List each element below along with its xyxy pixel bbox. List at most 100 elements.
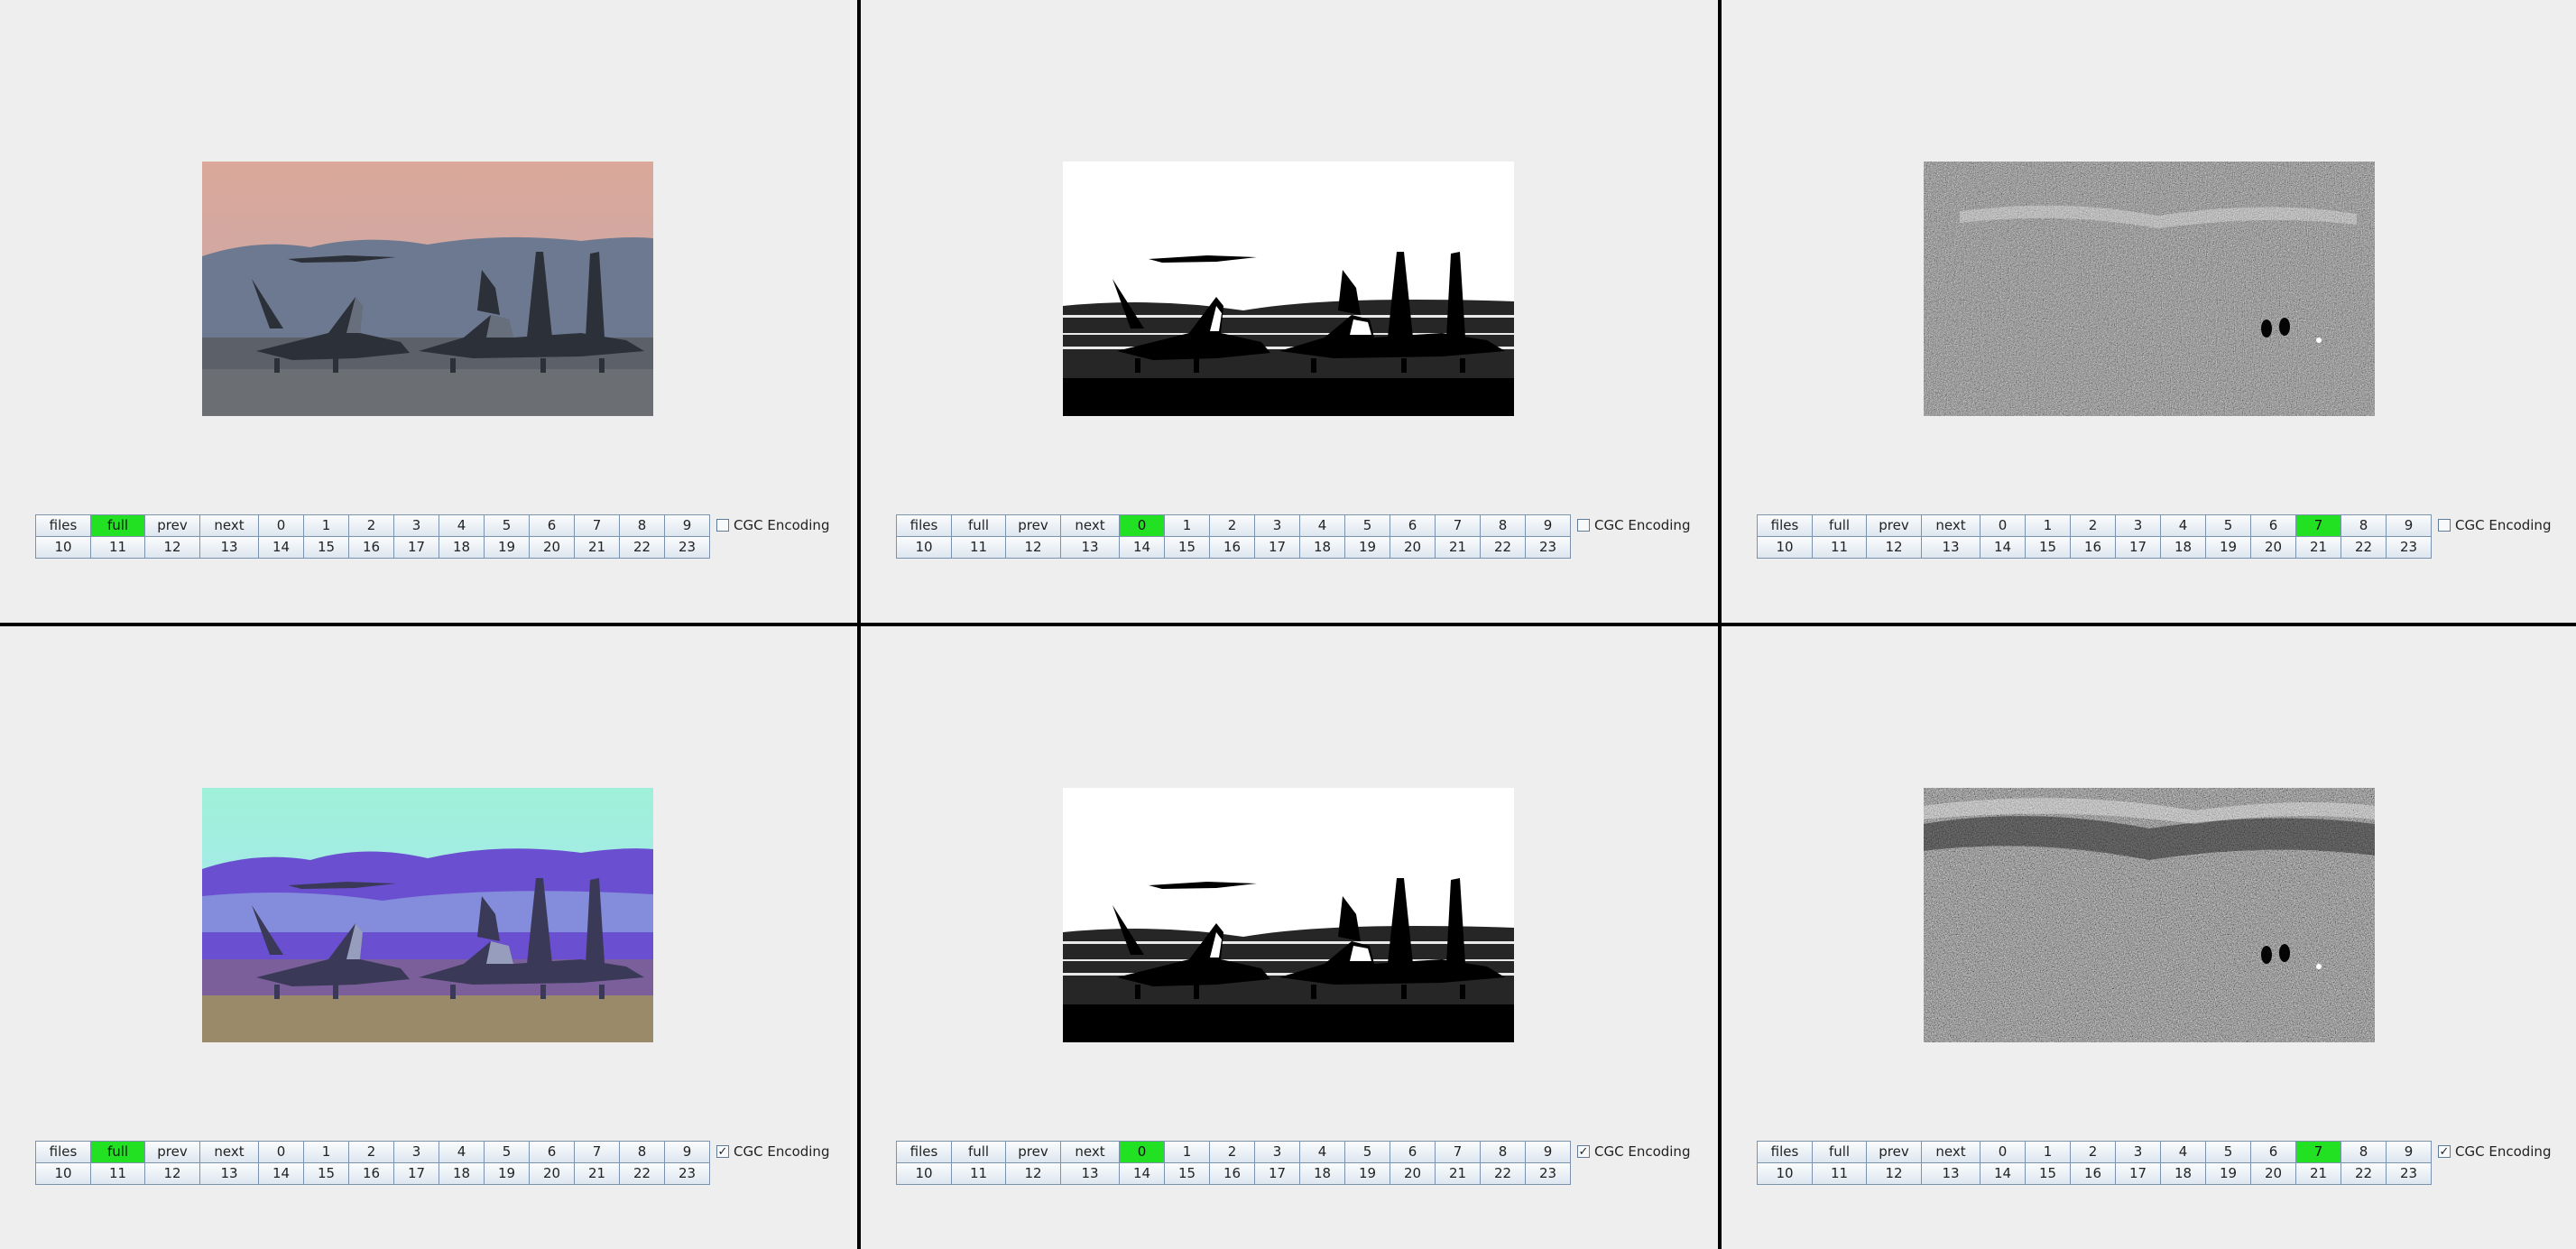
bit-1-button[interactable]: 1 bbox=[304, 515, 349, 537]
prev-button[interactable]: prev bbox=[1867, 1142, 1922, 1163]
bit-7-button[interactable]: 7 bbox=[1436, 515, 1481, 537]
bit-21-button[interactable]: 21 bbox=[575, 537, 620, 559]
bit-6-button[interactable]: 6 bbox=[530, 515, 575, 537]
bit-11-button[interactable]: 11 bbox=[952, 537, 1006, 559]
bit-20-button[interactable]: 20 bbox=[1390, 537, 1436, 559]
bit-18-button[interactable]: 18 bbox=[1300, 1163, 1345, 1185]
bit-3-button[interactable]: 3 bbox=[394, 1142, 439, 1163]
full-button[interactable]: full bbox=[1813, 1142, 1867, 1163]
bit-14-button[interactable]: 14 bbox=[1120, 1163, 1165, 1185]
bit-4-button[interactable]: 4 bbox=[439, 1142, 485, 1163]
bit-15-button[interactable]: 15 bbox=[304, 1163, 349, 1185]
bit-22-button[interactable]: 22 bbox=[2341, 1163, 2387, 1185]
bit-2-button[interactable]: 2 bbox=[1210, 515, 1255, 537]
bit-9-button[interactable]: 9 bbox=[2387, 515, 2432, 537]
bit-10-button[interactable]: 10 bbox=[1758, 1163, 1813, 1185]
cgc-encoding-checkbox[interactable]: ✓ bbox=[2438, 1145, 2451, 1158]
bit-5-button[interactable]: 5 bbox=[2206, 1142, 2251, 1163]
bit-9-button[interactable]: 9 bbox=[665, 1142, 710, 1163]
bit-12-button[interactable]: 12 bbox=[1006, 1163, 1061, 1185]
bit-2-button[interactable]: 2 bbox=[1210, 1142, 1255, 1163]
bit-14-button[interactable]: 14 bbox=[1980, 537, 2026, 559]
bit-12-button[interactable]: 12 bbox=[145, 1163, 200, 1185]
bit-17-button[interactable]: 17 bbox=[2116, 537, 2161, 559]
bit-4-button[interactable]: 4 bbox=[439, 515, 485, 537]
bit-18-button[interactable]: 18 bbox=[439, 1163, 485, 1185]
bit-3-button[interactable]: 3 bbox=[1255, 1142, 1300, 1163]
bit-19-button[interactable]: 19 bbox=[485, 537, 530, 559]
bit-20-button[interactable]: 20 bbox=[530, 1163, 575, 1185]
bit-9-button[interactable]: 9 bbox=[1526, 515, 1571, 537]
bit-10-button[interactable]: 10 bbox=[1758, 537, 1813, 559]
bit-12-button[interactable]: 12 bbox=[1006, 537, 1061, 559]
bit-19-button[interactable]: 19 bbox=[1345, 537, 1390, 559]
bit-11-button[interactable]: 11 bbox=[1813, 1163, 1867, 1185]
full-button[interactable]: full bbox=[952, 1142, 1006, 1163]
bit-10-button[interactable]: 10 bbox=[36, 537, 91, 559]
cgc-encoding-checkbox[interactable] bbox=[716, 519, 729, 532]
bit-1-button[interactable]: 1 bbox=[2026, 515, 2071, 537]
bit-4-button[interactable]: 4 bbox=[2161, 1142, 2206, 1163]
bit-7-button[interactable]: 7 bbox=[2296, 515, 2341, 537]
bit-1-button[interactable]: 1 bbox=[1165, 1142, 1210, 1163]
bit-3-button[interactable]: 3 bbox=[2116, 1142, 2161, 1163]
bit-18-button[interactable]: 18 bbox=[2161, 537, 2206, 559]
full-button[interactable]: full bbox=[91, 515, 145, 537]
bit-2-button[interactable]: 2 bbox=[2071, 515, 2116, 537]
bit-5-button[interactable]: 5 bbox=[485, 1142, 530, 1163]
bit-0-button[interactable]: 0 bbox=[1120, 515, 1165, 537]
bit-0-button[interactable]: 0 bbox=[259, 515, 304, 537]
bit-21-button[interactable]: 21 bbox=[1436, 537, 1481, 559]
cgc-encoding-toggle[interactable]: ✓ CGC Encoding bbox=[1577, 1141, 1690, 1162]
bit-12-button[interactable]: 12 bbox=[1867, 537, 1922, 559]
bit-8-button[interactable]: 8 bbox=[2341, 515, 2387, 537]
prev-button[interactable]: prev bbox=[145, 515, 200, 537]
bit-0-button[interactable]: 0 bbox=[1120, 1142, 1165, 1163]
full-button[interactable]: full bbox=[952, 515, 1006, 537]
bit-22-button[interactable]: 22 bbox=[1481, 537, 1526, 559]
bit-3-button[interactable]: 3 bbox=[394, 515, 439, 537]
prev-button[interactable]: prev bbox=[1006, 1142, 1061, 1163]
bit-10-button[interactable]: 10 bbox=[897, 537, 952, 559]
bit-8-button[interactable]: 8 bbox=[1481, 515, 1526, 537]
bit-5-button[interactable]: 5 bbox=[485, 515, 530, 537]
files-button[interactable]: files bbox=[897, 515, 952, 537]
bit-18-button[interactable]: 18 bbox=[1300, 537, 1345, 559]
bit-13-button[interactable]: 13 bbox=[1922, 1163, 1980, 1185]
bit-0-button[interactable]: 0 bbox=[1980, 515, 2026, 537]
bit-20-button[interactable]: 20 bbox=[2251, 1163, 2296, 1185]
bit-15-button[interactable]: 15 bbox=[304, 537, 349, 559]
next-button[interactable]: next bbox=[1061, 515, 1120, 537]
bit-14-button[interactable]: 14 bbox=[259, 537, 304, 559]
bit-15-button[interactable]: 15 bbox=[1165, 1163, 1210, 1185]
bit-22-button[interactable]: 22 bbox=[620, 537, 665, 559]
bit-6-button[interactable]: 6 bbox=[530, 1142, 575, 1163]
bit-8-button[interactable]: 8 bbox=[1481, 1142, 1526, 1163]
bit-23-button[interactable]: 23 bbox=[1526, 1163, 1571, 1185]
files-button[interactable]: files bbox=[897, 1142, 952, 1163]
bit-8-button[interactable]: 8 bbox=[620, 515, 665, 537]
cgc-encoding-toggle[interactable]: CGC Encoding bbox=[1577, 514, 1690, 536]
bit-17-button[interactable]: 17 bbox=[1255, 537, 1300, 559]
bit-12-button[interactable]: 12 bbox=[145, 537, 200, 559]
bit-18-button[interactable]: 18 bbox=[439, 537, 485, 559]
full-button[interactable]: full bbox=[91, 1142, 145, 1163]
bit-20-button[interactable]: 20 bbox=[1390, 1163, 1436, 1185]
full-button[interactable]: full bbox=[1813, 515, 1867, 537]
bit-14-button[interactable]: 14 bbox=[259, 1163, 304, 1185]
bit-23-button[interactable]: 23 bbox=[2387, 1163, 2432, 1185]
bit-4-button[interactable]: 4 bbox=[1300, 1142, 1345, 1163]
bit-16-button[interactable]: 16 bbox=[2071, 537, 2116, 559]
cgc-encoding-toggle[interactable]: CGC Encoding bbox=[2438, 514, 2551, 536]
bit-5-button[interactable]: 5 bbox=[1345, 1142, 1390, 1163]
prev-button[interactable]: prev bbox=[1867, 515, 1922, 537]
bit-11-button[interactable]: 11 bbox=[1813, 537, 1867, 559]
cgc-encoding-toggle[interactable]: CGC Encoding bbox=[716, 514, 829, 536]
bit-13-button[interactable]: 13 bbox=[200, 1163, 259, 1185]
bit-13-button[interactable]: 13 bbox=[1061, 537, 1120, 559]
next-button[interactable]: next bbox=[200, 515, 259, 537]
bit-19-button[interactable]: 19 bbox=[485, 1163, 530, 1185]
bit-19-button[interactable]: 19 bbox=[2206, 1163, 2251, 1185]
bit-23-button[interactable]: 23 bbox=[1526, 537, 1571, 559]
bit-11-button[interactable]: 11 bbox=[91, 1163, 145, 1185]
